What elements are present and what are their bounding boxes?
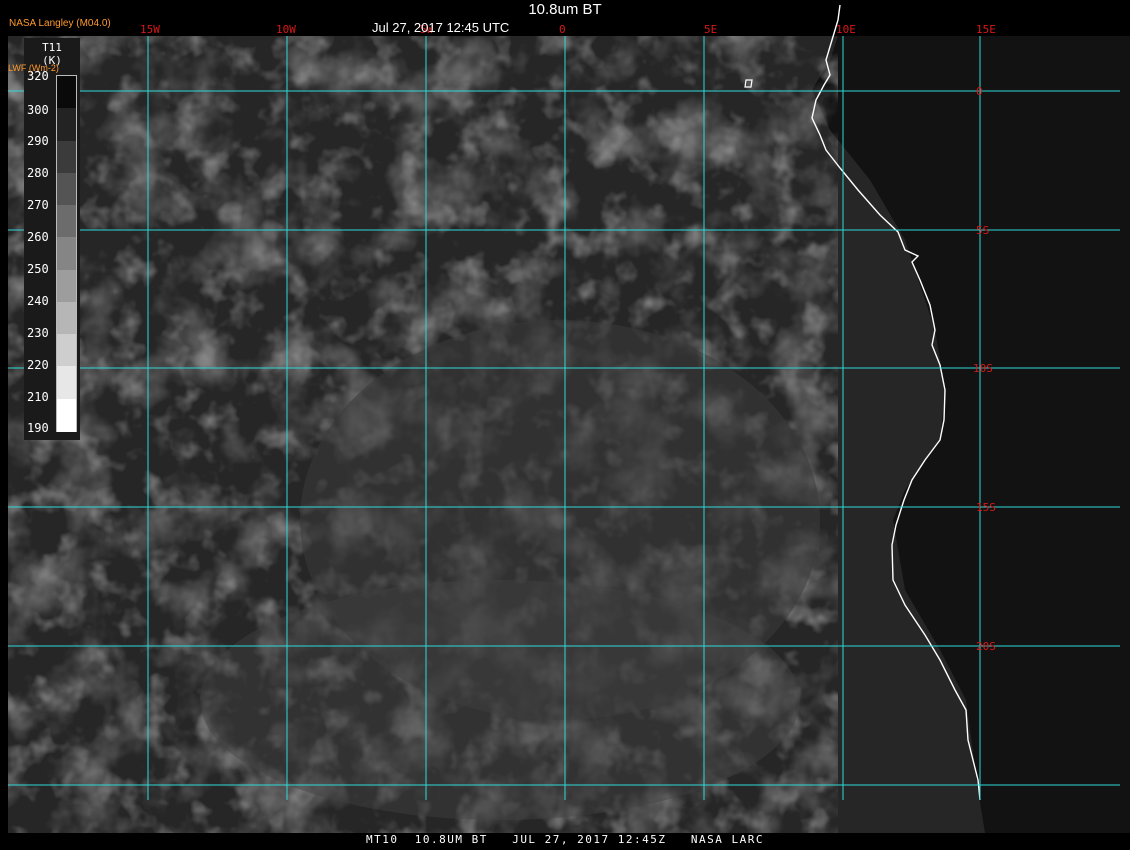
legend-tick: 220	[27, 358, 49, 372]
legend-color-segment	[57, 140, 76, 174]
lon-label-15w: 15W	[140, 23, 160, 36]
lon-label-10w: 10W	[276, 23, 296, 36]
lon-label-15e: 15E	[976, 23, 996, 36]
legend-color-bar	[56, 75, 77, 432]
satellite-map: 15W 10W 5W 0 5E 10E 15E 0 5S 10S 15S 20S	[8, 4, 1130, 833]
legend-tick: 250	[27, 262, 49, 276]
legend-tick: 260	[27, 230, 49, 244]
lwf-label: LWF (Wm-2)	[8, 63, 59, 73]
legend-tick: 240	[27, 294, 49, 308]
legend-color-segment	[57, 269, 76, 303]
legend-color-segment	[57, 172, 76, 206]
legend-title-line1: T11	[42, 41, 62, 54]
image-title: 10.8um BT	[528, 1, 602, 18]
legend-color-segment	[57, 76, 76, 109]
footer-caption: MT10 10.8UM BT JUL 27, 2017 12:45Z NASA …	[365, 833, 764, 846]
credit-label: NASA Langley (M04.0)	[9, 18, 111, 29]
legend-color-segment	[57, 334, 76, 368]
legend-color-segment	[57, 205, 76, 239]
legend-color-segment	[57, 237, 76, 271]
lon-label-5e: 5E	[704, 23, 717, 36]
legend-color-segment	[57, 301, 76, 335]
lat-label-20s: 20S	[976, 640, 996, 653]
lon-label-10e: 10E	[836, 23, 856, 36]
color-legend: T11 (K) 320 300 290 280 270 260 250 240 …	[24, 38, 80, 440]
legend-tick: 300	[27, 103, 49, 117]
legend-tick: 210	[27, 390, 49, 404]
legend-tick: 290	[27, 134, 49, 148]
lon-label-0: 0	[559, 23, 566, 36]
legend-tick: 230	[27, 326, 49, 340]
lat-label-10s: 10S	[973, 362, 993, 375]
lat-label-5s: 5S	[976, 224, 989, 237]
legend-tick: 280	[27, 166, 49, 180]
legend-color-segment	[57, 366, 76, 400]
image-timestamp: Jul 27, 2017 12:45 UTC	[372, 20, 510, 35]
legend-color-segment	[57, 398, 76, 432]
lat-label-15s: 15S	[976, 501, 996, 514]
stratocumulus-deck-south	[200, 580, 800, 820]
legend-color-segment	[57, 108, 76, 142]
lat-label-0: 0	[976, 85, 983, 98]
legend-tick: 270	[27, 198, 49, 212]
legend-tick: 190	[27, 421, 49, 435]
